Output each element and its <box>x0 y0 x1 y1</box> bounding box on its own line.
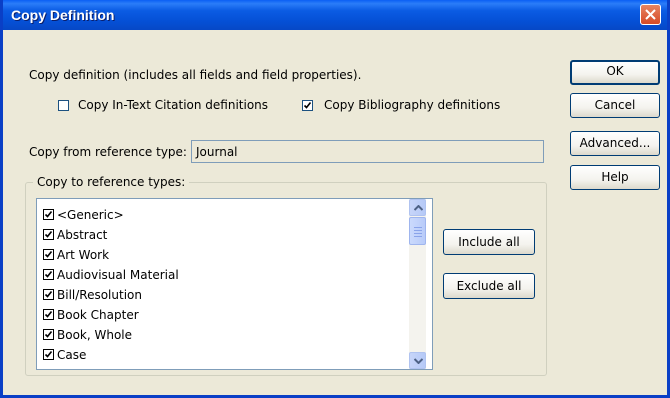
checkmark-icon <box>303 102 312 109</box>
copy-to-label: Copy to reference types: <box>33 175 190 189</box>
list-item-checkbox[interactable] <box>43 249 54 260</box>
list-item-checkbox[interactable] <box>43 209 54 220</box>
in-text-checkbox[interactable] <box>58 100 69 111</box>
scroll-thumb[interactable] <box>409 217 426 245</box>
list-item-label: Case <box>57 348 87 362</box>
list-item-checkbox[interactable] <box>43 309 54 320</box>
list-item-checkbox[interactable] <box>43 329 54 340</box>
checkmark-icon <box>44 311 53 318</box>
checkmark-icon <box>44 331 53 338</box>
title-bar[interactable]: Copy Definition <box>3 0 667 30</box>
checkmark-icon <box>44 251 53 258</box>
list-item-checkbox[interactable] <box>43 269 54 280</box>
checkmark-icon <box>44 211 53 218</box>
ok-button[interactable]: OK <box>570 60 660 85</box>
bibliography-checkbox[interactable] <box>302 100 313 111</box>
dialog-window: Copy Definition Copy definition (include… <box>0 0 670 398</box>
list-item-checkbox[interactable] <box>43 289 54 300</box>
scroll-up-button[interactable] <box>409 199 426 216</box>
checkmark-icon <box>44 271 53 278</box>
close-button[interactable] <box>640 4 661 25</box>
chevron-up-icon <box>414 205 423 211</box>
list-item-label: <Generic> <box>57 208 124 222</box>
window-title: Copy Definition <box>11 7 115 23</box>
checkmark-icon <box>44 291 53 298</box>
cancel-button[interactable]: Cancel <box>570 93 660 118</box>
scroll-down-button[interactable] <box>409 352 426 369</box>
reference-types-list[interactable]: <Generic> Abstract Art Work Audiovisual … <box>36 198 433 370</box>
copy-from-label: Copy from reference type: <box>29 145 187 159</box>
help-button[interactable]: Help <box>570 165 660 190</box>
copy-from-value: Journal <box>196 145 238 159</box>
copy-from-field: Journal <box>191 140 544 163</box>
list-item-checkbox[interactable] <box>43 229 54 240</box>
list-scrollbar[interactable] <box>409 199 426 369</box>
close-icon <box>645 9 656 20</box>
checkmark-icon <box>44 351 53 358</box>
list-item-label: Book Chapter <box>57 308 139 322</box>
chevron-down-icon <box>414 358 423 364</box>
bibliography-checkbox-label: Copy Bibliography definitions <box>324 98 501 112</box>
list-item-checkbox[interactable] <box>43 349 54 360</box>
advanced-button[interactable]: Advanced... <box>570 131 660 156</box>
exclude-all-button[interactable]: Exclude all <box>443 273 535 299</box>
list-item-label: Art Work <box>57 248 110 262</box>
checkmark-icon <box>44 231 53 238</box>
list-item-label: Abstract <box>57 228 108 242</box>
list-item-label: Book, Whole <box>57 328 133 342</box>
list-item-label: Bill/Resolution <box>57 288 142 302</box>
in-text-checkbox-label: Copy In-Text Citation definitions <box>78 98 269 112</box>
description-text: Copy definition (includes all fields and… <box>29 68 362 82</box>
include-all-button[interactable]: Include all <box>443 229 535 255</box>
list-item-label: Audiovisual Material <box>57 268 179 282</box>
